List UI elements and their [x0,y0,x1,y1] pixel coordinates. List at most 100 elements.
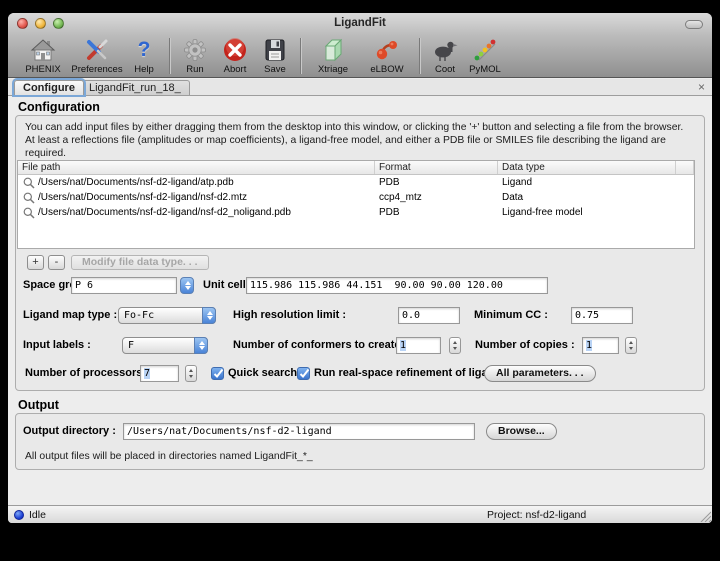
processors-value: 7 [144,368,150,379]
input-labels-combo[interactable]: F [122,337,208,354]
elbow-label: eLBOW [370,64,403,75]
high-resolution-limit-field[interactable]: 0.0 [398,307,460,324]
conformers-field[interactable]: 1 [396,337,441,354]
configuration-heading: Configuration [18,100,100,114]
save-button[interactable]: Save [255,37,295,75]
run-button[interactable]: Run [175,37,215,75]
tab-configure[interactable]: Configure [14,80,84,95]
minimum-cc-field[interactable]: 0.75 [571,307,633,324]
output-heading: Output [18,398,59,412]
phenix-label: PHENIX [25,64,60,75]
output-groupbox: Output directory : /Users/nat/Documents/… [15,413,705,470]
floppy-disk-icon [262,37,288,63]
modify-file-data-type-button[interactable]: Modify file data type. . . [71,255,209,270]
file-path: /Users/nat/Documents/nsf-d2-ligand/nsf-d… [38,192,247,203]
project-text: Project: nsf-d2-ligand [487,509,586,521]
phenix-button[interactable]: PHENIX [16,37,70,75]
remove-file-button[interactable]: - [48,255,65,270]
all-parameters-button[interactable]: All parameters. . . [484,365,596,382]
table-row[interactable]: /Users/nat/Documents/nsf-d2-ligand/atp.p… [18,175,694,190]
pymol-spectrum-icon [472,37,498,63]
minimum-cc-label: Minimum CC : [474,309,548,321]
space-group-stepper[interactable] [180,277,194,294]
input-labels-label: Input labels : [23,339,91,351]
table-row[interactable]: /Users/nat/Documents/nsf-d2-ligand/nsf-d… [18,205,694,220]
title-bar[interactable]: LigandFit [8,13,712,35]
coot-button[interactable]: Coot [425,37,465,75]
home-icon [30,37,56,63]
coot-label: Coot [435,64,455,75]
copies-spinner[interactable] [625,337,637,354]
xtriage-button[interactable]: Xtriage [306,37,360,75]
processors-field[interactable]: 7 [140,365,179,382]
molecule-icon [374,37,400,63]
file-data-type: Data [498,192,676,203]
abort-label: Abort [224,64,247,75]
processors-label: Number of processors : [25,367,149,379]
column-data-type[interactable]: Data type [498,161,676,174]
check-icon [213,368,224,379]
table-row[interactable]: /Users/nat/Documents/nsf-d2-ligand/nsf-d… [18,190,694,205]
question-mark-icon: ? [131,37,157,63]
gear-icon [182,37,208,63]
elbow-button[interactable]: eLBOW [360,37,414,75]
quick-search-checkbox[interactable] [211,367,224,380]
input-files-table[interactable]: File path Format Data type /Users/nat/Do… [17,160,695,249]
xtriage-label: Xtriage [318,64,348,75]
rsr-label: Run real-space refinement of ligand [314,367,501,379]
help-button[interactable]: ? Help [124,37,164,75]
ligand-map-type-value: Fo-Fc [124,309,154,323]
ligandfit-window: LigandFit PHENIX [8,13,712,523]
conformers-label: Number of conformers to create : [233,339,407,351]
file-data-type: Ligand [498,177,676,188]
column-file-path[interactable]: File path [18,161,375,174]
window-title: LigandFit [8,17,712,29]
file-data-type: Ligand-free model [498,207,676,218]
unit-cell-field[interactable]: 115.986 115.986 44.151 90.00 90.00 120.0… [246,277,548,294]
abort-button[interactable]: Abort [215,37,255,75]
quick-search-label: Quick search [228,367,297,379]
configuration-groupbox: You can add input files by either draggi… [15,115,705,391]
tab-strip: Configure LigandFit_run_18_ × [8,79,712,96]
processors-spinner[interactable] [185,365,197,382]
add-file-button[interactable]: + [27,255,44,270]
toolbar-separator [300,38,301,74]
crystal-icon [320,37,346,63]
help-label: Help [134,64,154,75]
copies-value: 1 [586,340,592,351]
conformers-spinner[interactable] [449,337,461,354]
copies-field[interactable]: 1 [582,337,619,354]
file-path: /Users/nat/Documents/nsf-d2-ligand/nsf-d… [38,207,291,218]
file-format: PDB [375,177,498,188]
toolbar-toggle-button[interactable] [685,20,703,29]
high-resolution-limit-label: High resolution limit : [233,309,346,321]
toolbar-separator [169,38,170,74]
output-directory-field[interactable]: /Users/nat/Documents/nsf-d2-ligand [123,423,475,440]
rsr-checkbox[interactable] [297,367,310,380]
column-spacer [676,161,694,174]
input-labels-value: F [128,339,134,353]
copies-label: Number of copies : [475,339,575,351]
status-text: Idle [29,509,46,521]
pymol-label: PyMOL [469,64,501,75]
status-indicator-icon [14,510,24,520]
bird-icon [432,37,458,63]
file-path: /Users/nat/Documents/nsf-d2-ligand/atp.p… [38,177,234,188]
preferences-label: Preferences [71,64,122,75]
pymol-button[interactable]: PyMOL [465,37,505,75]
space-group-field[interactable]: P 6 [71,277,177,294]
output-directory-label: Output directory : [23,425,116,437]
magnifier-icon [23,207,35,219]
toolbar-separator [419,38,420,74]
close-tab-icon[interactable]: × [698,81,705,94]
magnifier-icon [23,177,35,189]
preferences-button[interactable]: Preferences [70,37,124,75]
tools-icon [84,37,110,63]
ligand-map-type-combo[interactable]: Fo-Fc [118,307,216,324]
tab-ligandfit-run[interactable]: LigandFit_run_18_ [80,80,190,95]
resize-grip[interactable] [698,509,711,522]
instructions-text: You can add input files by either draggi… [25,121,694,160]
stop-x-icon [222,37,248,63]
browse-button[interactable]: Browse... [486,423,557,440]
column-format[interactable]: Format [375,161,498,174]
